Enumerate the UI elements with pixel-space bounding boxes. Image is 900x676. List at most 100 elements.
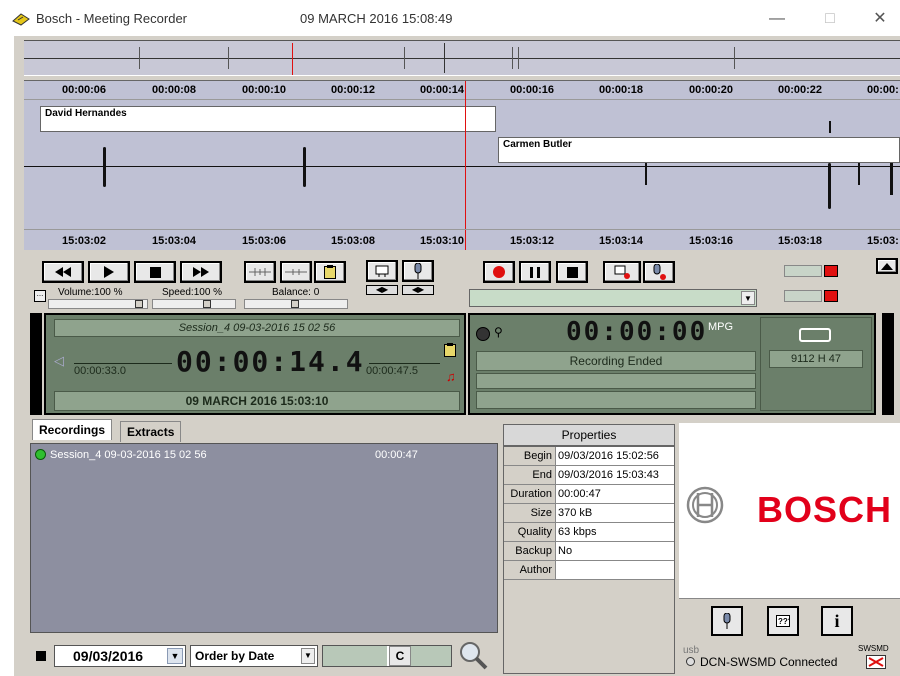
volume-slider[interactable]	[48, 299, 148, 309]
help-button[interactable]: ???	[767, 606, 799, 636]
clipboard-icon	[324, 265, 336, 279]
level-toggle[interactable]	[784, 290, 840, 302]
tick-label: 15:03:06	[242, 235, 287, 247]
recording-name[interactable]: Session_4 09-03-2016 15 02 56	[50, 449, 207, 461]
property-key: Quality	[504, 523, 556, 541]
chevron-down-icon[interactable]: ▼	[167, 648, 183, 664]
stop-icon	[566, 266, 578, 278]
tab-extracts[interactable]: Extracts	[120, 421, 182, 442]
playhead[interactable]	[465, 81, 466, 250]
swsmd-badge-label: SWSMD	[858, 644, 889, 653]
record-meeting-button[interactable]	[603, 261, 641, 283]
play-button[interactable]	[88, 261, 130, 283]
balance-slider[interactable]	[244, 299, 348, 309]
timeline[interactable]: 00:00:06 00:00:08 00:00:10 00:00:12 00:0…	[24, 80, 900, 250]
microphone-settings-button[interactable]	[711, 606, 743, 636]
microphone-icon	[414, 263, 422, 279]
waveform-spike	[828, 163, 831, 209]
waveform-spike	[858, 163, 860, 185]
waveform-baseline	[24, 166, 900, 167]
disconnect-icon	[866, 655, 886, 669]
title-bar: Bosch - Meeting Recorder 09 MARCH 2016 1…	[0, 0, 900, 36]
stop-indicator-icon	[36, 651, 46, 661]
recording-status: Recording Ended	[569, 354, 663, 368]
format-label: MPG	[708, 321, 734, 333]
pause-button[interactable]	[519, 261, 551, 283]
tick-label: 00:00:08	[152, 84, 197, 96]
property-value: 370 kB	[556, 504, 674, 522]
balance-thumb[interactable]	[291, 300, 299, 308]
channel-arrows-icon[interactable]: ◀▶	[366, 285, 398, 295]
speed-slider[interactable]	[152, 299, 236, 309]
status-dot-icon	[35, 449, 46, 460]
marker-icon: ♫	[446, 369, 456, 384]
rewind-icon	[55, 267, 71, 277]
tick-label: 00:00:10	[242, 84, 287, 96]
search-field[interactable]: C	[322, 645, 452, 667]
session-name: Session_4 09-03-2016 15 02 56	[178, 322, 336, 334]
player-display: Session_4 09-03-2016 15 02 56 ◁ 00:00:33…	[44, 313, 466, 415]
info-button[interactable]: i	[821, 606, 853, 636]
bosch-logo-icon	[686, 486, 724, 524]
waveform-icon	[249, 268, 271, 276]
rewind-button[interactable]	[42, 261, 84, 283]
tick-label: 00:00:06	[62, 84, 107, 96]
waveform-spike	[645, 163, 647, 185]
speed-thumb[interactable]	[203, 300, 211, 308]
tab-recordings[interactable]: Recordings	[32, 419, 113, 440]
collapse-button[interactable]	[876, 258, 898, 274]
channel-arrows-icon[interactable]: ◀▶	[402, 285, 434, 295]
search-icon[interactable]	[458, 640, 488, 670]
tick-label: 15:03:08	[331, 235, 376, 247]
overview-cursor	[292, 43, 293, 75]
balance-label: Balance: 0	[272, 287, 320, 298]
play-icon	[104, 266, 114, 278]
record-stop-button[interactable]	[556, 261, 588, 283]
speaker-segment[interactable]: Carmen Butler	[498, 137, 900, 163]
volume-thumb[interactable]	[135, 300, 143, 308]
clear-button[interactable]: C	[389, 646, 411, 666]
fast-forward-button[interactable]	[180, 261, 222, 283]
tick-label: 15:03:18	[778, 235, 823, 247]
microphone-record-icon	[653, 264, 666, 280]
property-row: Size 370 kB	[504, 504, 674, 523]
source-select[interactable]: ▼	[469, 289, 757, 307]
minimize-button[interactable]: —	[757, 6, 797, 32]
tick-label: 00:00:12	[331, 84, 376, 96]
waveform-compress-button[interactable]	[280, 261, 312, 283]
disk-panel: 9112 H 47	[760, 317, 872, 411]
tools-bar: ??? i	[679, 598, 900, 646]
date-picker[interactable]: 09/03/2016 ▼	[54, 645, 186, 667]
clipboard-button[interactable]	[314, 261, 346, 283]
disk-label: 9112 H 47	[791, 353, 841, 365]
maximize-button[interactable]: □	[810, 6, 850, 32]
disk-label-box: 9112 H 47	[769, 350, 863, 368]
more-button[interactable]: ...	[34, 290, 46, 302]
order-select[interactable]: Order by Date ▼	[190, 645, 318, 667]
tick-label: 15:03:10	[420, 235, 465, 247]
tick-label: 00:00:16	[510, 84, 555, 96]
waveform-icon	[784, 265, 822, 277]
connection-status: DCN-SWSMD Connected	[700, 655, 838, 669]
speaker-segment[interactable]: David Hernandes	[40, 106, 496, 132]
overview-strip[interactable]	[24, 40, 900, 76]
microphone-button[interactable]	[402, 260, 434, 282]
channel-mute-toggle[interactable]	[784, 265, 840, 277]
stop-button[interactable]	[134, 261, 176, 283]
record-microphone-button[interactable]	[643, 261, 675, 283]
chevron-down-icon[interactable]: ▼	[301, 648, 315, 664]
chevron-down-icon[interactable]: ▼	[741, 291, 755, 305]
help-icon: ???	[776, 615, 790, 627]
tick-label: 15:03:16	[689, 235, 734, 247]
waveform-zoom-button[interactable]	[244, 261, 276, 283]
recordings-list[interactable]: Session_4 09-03-2016 15 02 56 00:00:47	[30, 443, 498, 633]
brand-name: BOSCH	[757, 489, 893, 530]
property-value: 09/03/2016 15:02:56	[556, 447, 674, 465]
usb-status-icon	[686, 657, 695, 666]
tick-label: 15:03:14	[599, 235, 644, 247]
meeting-button[interactable]	[366, 260, 398, 282]
record-button[interactable]	[483, 261, 515, 283]
waveform-icon	[285, 269, 307, 275]
meeting-icon	[375, 265, 389, 277]
close-button[interactable]: ✕	[860, 6, 900, 32]
